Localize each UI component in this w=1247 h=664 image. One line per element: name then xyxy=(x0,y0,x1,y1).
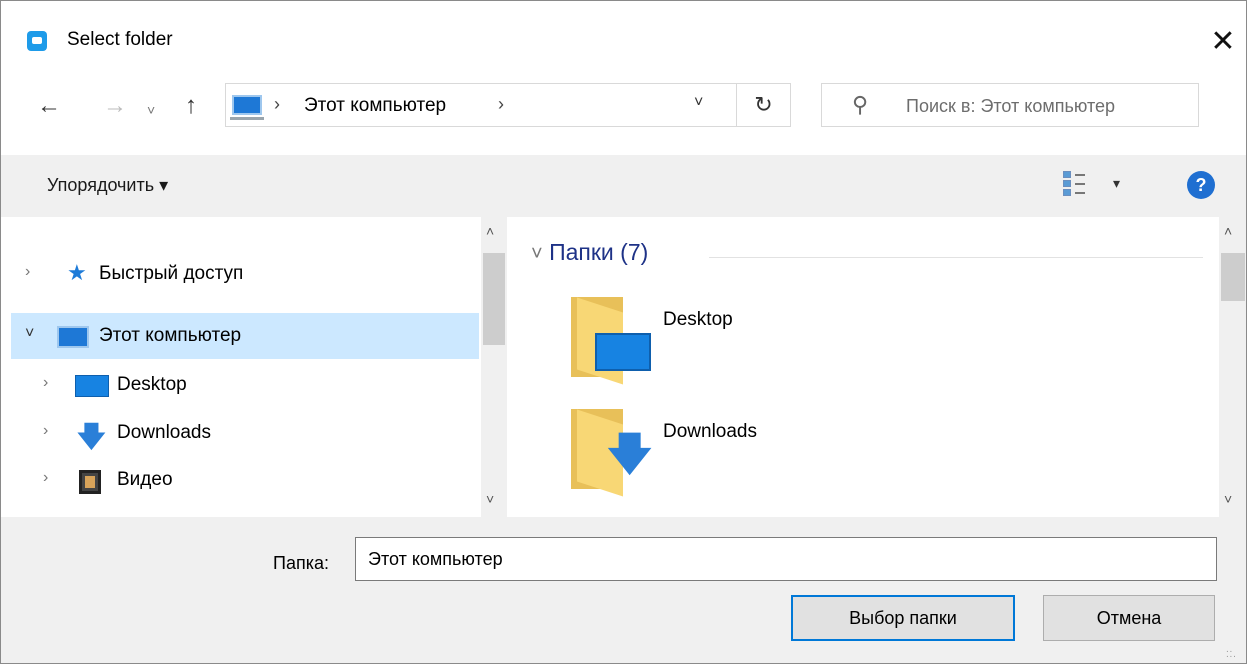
navigation-pane-scrollbar[interactable]: ˄ ˅ xyxy=(481,217,507,517)
folder-desktop-icon[interactable] xyxy=(571,297,651,385)
organize-menu-button[interactable]: Упорядочить ▾ xyxy=(47,175,168,196)
resize-grip-icon[interactable]: . .. . . xyxy=(1226,645,1240,661)
navigation-pane: › ★ Быстрый доступ ˅ Этот компьютер › De… xyxy=(11,217,511,517)
collapse-chevron-icon[interactable]: ˅ xyxy=(25,325,34,343)
group-header[interactable]: ˅ Папки (7) xyxy=(531,239,648,266)
tree-item-desktop[interactable]: › Desktop xyxy=(11,362,479,408)
search-icon: ⚲ xyxy=(852,92,869,117)
expand-chevron-icon[interactable]: › xyxy=(43,469,48,487)
tree-item-label: Desktop xyxy=(117,374,187,395)
tree-item-quick-access[interactable]: › ★ Быстрый доступ xyxy=(11,251,479,297)
group-header-label: Папки (7) xyxy=(549,239,649,265)
scrollbar-thumb[interactable] xyxy=(1221,253,1245,301)
view-options-icon[interactable] xyxy=(1063,171,1085,197)
content-pane: ˅ Папки (7) Desktop 🡇 Downloads xyxy=(513,217,1219,517)
search-box[interactable]: ⚲ Поиск в: Этот компьютер xyxy=(821,83,1199,127)
recent-locations-chevron-icon[interactable]: ˅ xyxy=(147,95,155,125)
folder-field[interactable]: Этот компьютер xyxy=(355,537,1217,581)
tree-item-label: Быстрый доступ xyxy=(99,263,244,284)
folder-downloads-icon[interactable]: 🡇 xyxy=(571,409,652,497)
expand-chevron-icon[interactable]: › xyxy=(25,263,30,281)
search-input[interactable]: Поиск в: Этот компьютер xyxy=(906,96,1115,117)
app-icon xyxy=(27,31,47,51)
computer-icon xyxy=(230,95,264,120)
breadcrumb-separator-icon[interactable]: › xyxy=(274,94,280,115)
select-folder-dialog: Select folder ✕ ← → ˅ ↑ › Этот компьютер… xyxy=(0,0,1247,664)
expand-chevron-icon[interactable]: › xyxy=(43,422,48,440)
view-options-chevron-icon[interactable]: ▾ xyxy=(1113,175,1120,192)
scrollbar-thumb[interactable] xyxy=(483,253,505,345)
address-bar[interactable]: › Этот компьютер › ˅ xyxy=(225,83,737,127)
navigation-bar: ← → ˅ ↑ › Этот компьютер › ˅ ↻ ⚲ Поиск в… xyxy=(1,65,1246,155)
group-divider xyxy=(709,257,1203,258)
breadcrumb-separator-icon[interactable]: › xyxy=(498,94,504,115)
tree-item-label: Этот компьютер xyxy=(99,325,242,346)
refresh-icon: ↻ xyxy=(754,92,773,117)
cancel-button[interactable]: Отмена xyxy=(1043,595,1215,641)
refresh-button[interactable]: ↻ xyxy=(737,83,791,127)
help-icon[interactable]: ? xyxy=(1187,171,1215,199)
folder-item-desktop[interactable]: Desktop xyxy=(663,309,733,331)
window-title: Select folder xyxy=(67,29,173,50)
tree-item-downloads[interactable]: › 🡇 Downloads xyxy=(11,410,479,456)
quick-access-star-icon: ★ xyxy=(67,260,87,285)
tree-item-label: Видео xyxy=(117,469,173,490)
scroll-up-icon[interactable]: ˄ xyxy=(1224,223,1232,239)
select-folder-button[interactable]: Выбор папки xyxy=(791,595,1015,641)
scroll-down-icon[interactable]: ˅ xyxy=(486,491,494,507)
command-toolbar: Упорядочить ▾ ▾ ? xyxy=(1,155,1246,217)
tree-item-label: Downloads xyxy=(117,422,211,443)
content-pane-scrollbar[interactable]: ˄ ˅ xyxy=(1219,217,1246,517)
scroll-down-icon[interactable]: ˅ xyxy=(1224,491,1232,507)
scroll-up-icon[interactable]: ˄ xyxy=(486,223,494,239)
folder-field-label: Папка: xyxy=(273,553,329,573)
dialog-footer: Папка: Этот компьютер Выбор папки Отмена… xyxy=(1,517,1246,663)
close-icon[interactable]: ✕ xyxy=(1200,23,1246,63)
back-arrow-icon[interactable]: ← xyxy=(37,91,61,121)
title-bar: Select folder ✕ xyxy=(1,1,1246,65)
desktop-icon xyxy=(75,375,109,397)
breadcrumb-this-pc[interactable]: Этот компьютер xyxy=(304,95,446,117)
expand-chevron-icon[interactable]: › xyxy=(43,374,48,392)
computer-icon xyxy=(57,326,89,348)
forward-arrow-icon[interactable]: → xyxy=(103,91,127,121)
group-collapse-chevron-icon: ˅ xyxy=(531,243,543,265)
tree-item-videos[interactable]: › Видео xyxy=(11,457,479,503)
tree-item-this-pc[interactable]: ˅ Этот компьютер xyxy=(11,313,479,359)
up-arrow-icon[interactable]: ↑ xyxy=(185,91,197,121)
video-icon xyxy=(79,470,101,494)
address-history-chevron-icon[interactable]: ˅ xyxy=(694,94,703,112)
folder-item-downloads[interactable]: Downloads xyxy=(663,421,757,443)
